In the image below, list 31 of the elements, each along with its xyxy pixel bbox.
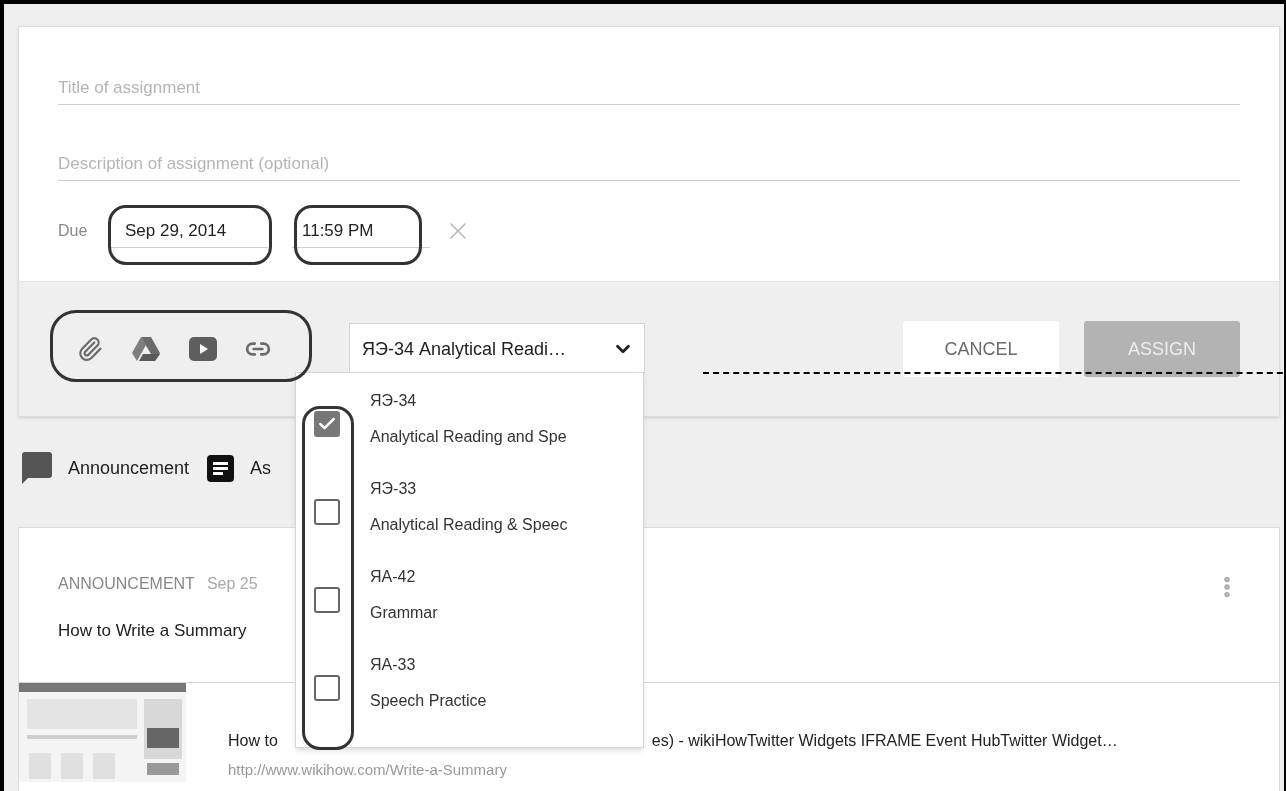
class-code[interactable]: ЯА-33 — [370, 653, 622, 677]
class-code[interactable]: ЯА-42 — [370, 565, 622, 589]
post-type-label[interactable]: As — [250, 454, 272, 482]
class-name[interactable]: Analytical Reading and Spe — [370, 425, 622, 449]
link-title[interactable]: How to — [228, 729, 278, 753]
class-dropdown[interactable]: ЯЭ-34 Analytical Readi… — [349, 323, 645, 375]
post-text: How to Write a Summary — [58, 620, 248, 642]
checkbox[interactable] — [314, 675, 340, 701]
description-field[interactable]: Description of assignment (optional) — [58, 147, 1240, 181]
cancel-button[interactable]: CANCEL — [903, 321, 1059, 377]
speech-bubble-icon — [22, 452, 52, 484]
class-name[interactable]: Grammar — [370, 601, 622, 625]
checkbox[interactable] — [314, 587, 340, 613]
triangle-logo-icon[interactable] — [131, 336, 161, 362]
post-date: Sep 25 — [206, 574, 258, 594]
due-label: Due — [58, 221, 89, 241]
checkbox[interactable] — [314, 499, 340, 525]
link-title[interactable]: es) - wikiHowTwitter Widgets IFRAME Event HubTwitter Widget… — [651, 729, 1118, 753]
paperclip-icon[interactable] — [77, 336, 103, 362]
class-name[interactable]: Speech Practice — [370, 689, 622, 713]
play-icon[interactable] — [189, 337, 217, 361]
time-field[interactable]: 11:59 PM — [292, 214, 430, 248]
class-code[interactable]: ЯЭ-34 — [370, 389, 622, 413]
checkbox[interactable] — [314, 411, 340, 437]
post-type-label[interactable]: Announcement — [68, 454, 190, 482]
class-code[interactable]: ЯЭ-33 — [370, 477, 622, 501]
class-name[interactable]: Analytical Reading & Speec — [370, 513, 622, 537]
document-icon — [207, 454, 235, 482]
title-field[interactable]: Title of assignment — [58, 71, 1240, 105]
date-field[interactable]: Sep 29, 2014 — [108, 214, 268, 248]
post-type-tag: ANNOUNCEMENT — [58, 572, 195, 596]
